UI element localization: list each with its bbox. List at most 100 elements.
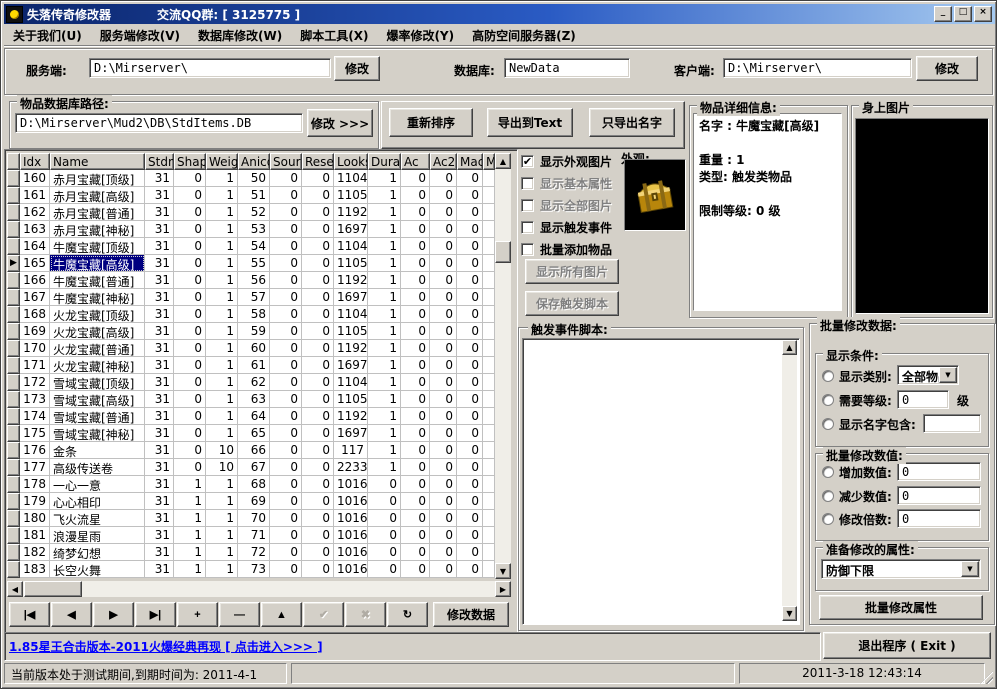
grid-cell[interactable]: 1697 bbox=[334, 425, 368, 442]
grid-cell[interactable]: 1016 bbox=[334, 561, 368, 578]
grid-cell[interactable]: 1 bbox=[206, 170, 238, 187]
grid-cell[interactable]: 169 bbox=[20, 323, 50, 340]
grid-cell[interactable]: 1 bbox=[206, 289, 238, 306]
grid-cell[interactable]: 赤月宝藏[普通] bbox=[50, 204, 145, 221]
grid-header-cell[interactable]: Mac bbox=[457, 153, 483, 170]
database-name-input[interactable] bbox=[504, 58, 630, 78]
grid-cell[interactable]: 0 bbox=[270, 476, 302, 493]
checkbox-icon[interactable]: ✔ bbox=[521, 155, 534, 168]
grid-cell[interactable]: 0 bbox=[457, 340, 483, 357]
grid-header-cell[interactable]: Name bbox=[50, 153, 145, 170]
grid-cell[interactable]: 0 bbox=[457, 425, 483, 442]
grid-cell[interactable]: 0 bbox=[302, 289, 334, 306]
grid-cell[interactable]: 0 bbox=[401, 561, 430, 578]
grid-cell[interactable]: 0 bbox=[368, 544, 401, 561]
grid-cell[interactable]: 0 bbox=[430, 476, 457, 493]
grid-cell[interactable]: 1192 bbox=[334, 204, 368, 221]
grid-cell[interactable]: 160 bbox=[20, 170, 50, 187]
grid-cell[interactable] bbox=[483, 357, 495, 374]
grid-cell[interactable]: 雪域宝藏[顶级] bbox=[50, 374, 145, 391]
grid-cell[interactable] bbox=[483, 561, 495, 578]
row-indicator[interactable] bbox=[7, 476, 20, 493]
grid-cell[interactable]: 0 bbox=[270, 170, 302, 187]
grid-cell[interactable]: 1 bbox=[206, 204, 238, 221]
grid-cell[interactable]: 1 bbox=[368, 272, 401, 289]
grid-cell[interactable] bbox=[483, 493, 495, 510]
grid-cell[interactable]: 0 bbox=[174, 204, 206, 221]
batch-apply-button[interactable]: 批量修改属性 bbox=[819, 595, 983, 620]
menu-item[interactable]: 关于我们(U) bbox=[4, 25, 91, 46]
grid-cell[interactable]: 1 bbox=[368, 374, 401, 391]
grid-cell[interactable]: 0 bbox=[270, 493, 302, 510]
grid-cell[interactable]: 0 bbox=[270, 527, 302, 544]
grid-cell[interactable]: 0 bbox=[430, 510, 457, 527]
grid-cell[interactable]: 0 bbox=[430, 170, 457, 187]
grid-cell[interactable]: 1697 bbox=[334, 289, 368, 306]
grid-cell[interactable]: 57 bbox=[238, 289, 270, 306]
grid-cell[interactable]: 31 bbox=[145, 561, 174, 578]
grid-header-cell[interactable]: Ma bbox=[483, 153, 495, 170]
grid-cell[interactable]: 0 bbox=[401, 255, 430, 272]
grid-cell[interactable]: 0 bbox=[430, 323, 457, 340]
grid-cell[interactable]: 赤月宝藏[顶级] bbox=[50, 170, 145, 187]
grid-cell[interactable]: 180 bbox=[20, 510, 50, 527]
grid-cell[interactable]: 0 bbox=[174, 442, 206, 459]
grid-cell[interactable]: 168 bbox=[20, 306, 50, 323]
radio-name-contains[interactable] bbox=[822, 418, 834, 430]
grid-cell[interactable]: 1 bbox=[206, 476, 238, 493]
grid-cell[interactable]: 1 bbox=[174, 544, 206, 561]
grid-cell[interactable] bbox=[483, 459, 495, 476]
resort-button[interactable]: 重新排序 bbox=[389, 108, 473, 137]
grid-cell[interactable]: 179 bbox=[20, 493, 50, 510]
grid-cell[interactable]: 1 bbox=[174, 476, 206, 493]
grid-vertical-scrollbar[interactable] bbox=[495, 153, 511, 579]
grid-cell[interactable] bbox=[483, 170, 495, 187]
grid-cell[interactable]: 1 bbox=[206, 493, 238, 510]
grid-cell[interactable]: 0 bbox=[430, 272, 457, 289]
grid-cell[interactable]: 0 bbox=[430, 544, 457, 561]
grid-cell[interactable]: 1 bbox=[368, 459, 401, 476]
menu-item[interactable]: 高防空间服务器(Z) bbox=[463, 25, 585, 46]
grid-cell[interactable]: 0 bbox=[302, 187, 334, 204]
grid-cell[interactable]: 171 bbox=[20, 357, 50, 374]
grid-cell[interactable]: 31 bbox=[145, 187, 174, 204]
grid-cell[interactable]: 0 bbox=[401, 544, 430, 561]
grid-cell[interactable]: 183 bbox=[20, 561, 50, 578]
row-indicator[interactable] bbox=[7, 238, 20, 255]
increase-input[interactable] bbox=[897, 462, 981, 481]
nav-prior-button[interactable]: ◀ bbox=[51, 602, 92, 627]
grid-cell[interactable]: 0 bbox=[302, 170, 334, 187]
grid-cell[interactable]: 0 bbox=[270, 272, 302, 289]
row-indicator[interactable] bbox=[7, 493, 20, 510]
grid-cell[interactable]: 牛魔宝藏[顶级] bbox=[50, 238, 145, 255]
grid-cell[interactable]: 1 bbox=[174, 510, 206, 527]
grid-cell[interactable]: 0 bbox=[174, 255, 206, 272]
row-indicator[interactable] bbox=[7, 187, 20, 204]
grid-cell[interactable]: 0 bbox=[401, 459, 430, 476]
grid-cell[interactable]: 0 bbox=[457, 442, 483, 459]
grid-cell[interactable]: 65 bbox=[238, 425, 270, 442]
grid-cell[interactable] bbox=[483, 255, 495, 272]
grid-cell[interactable]: 173 bbox=[20, 391, 50, 408]
grid-cell[interactable]: 0 bbox=[270, 374, 302, 391]
grid-cell[interactable] bbox=[483, 187, 495, 204]
grid-cell[interactable]: 0 bbox=[302, 493, 334, 510]
grid-cell[interactable]: 1104 bbox=[334, 238, 368, 255]
grid-cell[interactable]: 1 bbox=[368, 255, 401, 272]
multiply-input[interactable] bbox=[897, 509, 981, 528]
grid-cell[interactable] bbox=[483, 323, 495, 340]
grid-cell[interactable]: 0 bbox=[270, 221, 302, 238]
grid-cell[interactable]: 1 bbox=[368, 221, 401, 238]
grid-cell[interactable]: 0 bbox=[302, 510, 334, 527]
nav-refresh-button[interactable]: ↻ bbox=[387, 602, 428, 627]
grid-cell[interactable]: 0 bbox=[174, 221, 206, 238]
grid-cell[interactable]: 162 bbox=[20, 204, 50, 221]
grid-cell[interactable]: 31 bbox=[145, 221, 174, 238]
grid-cell[interactable]: 0 bbox=[457, 289, 483, 306]
grid-cell[interactable]: 1 bbox=[368, 306, 401, 323]
radio-decrease[interactable] bbox=[822, 490, 834, 502]
grid-cell[interactable]: 63 bbox=[238, 391, 270, 408]
need-level-input[interactable] bbox=[897, 390, 949, 409]
nav-delete-button[interactable]: — bbox=[219, 602, 260, 627]
grid-cell[interactable]: 牛魔宝藏[高级] bbox=[50, 255, 145, 272]
